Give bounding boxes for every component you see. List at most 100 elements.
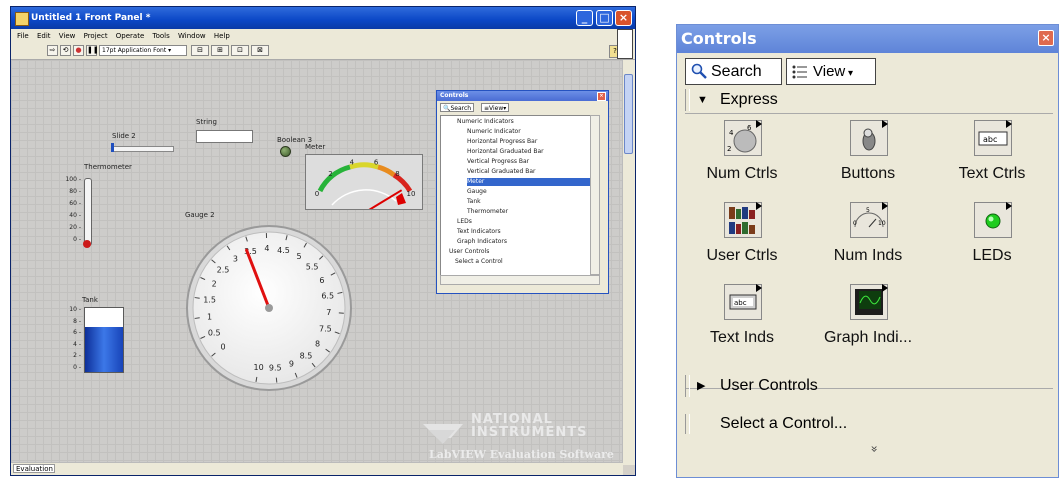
numeric-knob-icon: 4 6 2: [724, 120, 762, 156]
pause-icon[interactable]: ❚❚: [86, 45, 99, 56]
front-panel-vscroll[interactable]: [622, 60, 635, 465]
controls-palette-title-bar[interactable]: Controls: [677, 25, 1058, 53]
palette-item[interactable]: 0 5 10 Num Inds: [808, 198, 928, 278]
minimize-button[interactable]: _: [576, 10, 593, 26]
font-select[interactable]: 17pt Application Font ▾: [99, 45, 187, 56]
mini-tree-item[interactable]: Text Indicators: [457, 228, 591, 236]
mini-view-button[interactable]: ≡View▾: [481, 103, 510, 112]
gauge-tick-label: 2.5: [217, 265, 230, 274]
mini-palette-vscroll[interactable]: [590, 115, 600, 275]
gauge-dial[interactable]: 00.511.522.533.5 4 4.555.566.577.588.599.5…: [179, 218, 359, 398]
gauge-tick-label: 7.5: [319, 325, 332, 334]
mini-tree-item[interactable]: User Controls: [449, 248, 591, 256]
maximize-button[interactable]: □: [596, 10, 613, 26]
front-panel-hscroll[interactable]: Evaluation: [11, 462, 623, 475]
close-button[interactable]: ×: [615, 10, 632, 26]
mini-palette-close-icon[interactable]: ×: [597, 92, 606, 101]
menu-view[interactable]: View: [59, 32, 76, 40]
palette-item[interactable]: abc Text Ctrls: [932, 116, 1052, 196]
string-indicator[interactable]: [196, 130, 253, 143]
slide-track[interactable]: [112, 146, 174, 152]
vscroll-thumb[interactable]: [624, 74, 633, 154]
mini-tree-item[interactable]: Numeric Indicator: [467, 128, 591, 136]
vi-icon: [617, 29, 633, 59]
mini-tree-item[interactable]: Thermometer: [467, 208, 591, 216]
svg-text:4: 4: [729, 129, 734, 137]
close-icon[interactable]: ×: [1038, 30, 1054, 46]
resize-icon[interactable]: ⊡: [231, 45, 249, 56]
menu-file[interactable]: File: [17, 32, 29, 40]
reorder-icon[interactable]: ⊠: [251, 45, 269, 56]
front-panel-canvas[interactable]: Slide 2 String Boolean 3 Meter 0 2 4 6 8 10 T…: [11, 60, 623, 465]
svg-text:0: 0: [853, 220, 857, 227]
abort-icon[interactable]: ●: [73, 45, 84, 56]
tank-indicator[interactable]: [84, 307, 124, 373]
mini-tree-item[interactable]: Meter: [467, 178, 591, 186]
meter-indicator[interactable]: 0 2 4 6 8 10: [305, 154, 423, 214]
palette-item[interactable]: Graph Indi...: [808, 280, 928, 360]
front-panel-title-bar[interactable]: Untitled 1 Front Panel * _ □ ×: [11, 7, 635, 29]
distribute-icon[interactable]: ⊞: [211, 45, 229, 56]
search-button[interactable]: Search: [685, 58, 782, 85]
palette-item[interactable]: User Ctrls: [682, 198, 802, 278]
run-arrow-icon[interactable]: ⇨: [47, 45, 58, 56]
tank-fill: [85, 327, 123, 372]
meter-label: Meter: [305, 143, 326, 151]
menu-window[interactable]: Window: [178, 32, 206, 40]
mini-tree-item[interactable]: Select a Control: [455, 258, 591, 266]
mini-tree-item[interactable]: Numeric Indicators: [457, 118, 591, 126]
gauge-tick-label: 7: [326, 308, 331, 317]
green-led-icon: [974, 202, 1012, 238]
mini-tree-item[interactable]: Vertical Graduated Bar: [467, 168, 591, 176]
mini-tree-item[interactable]: Horizontal Graduated Bar: [467, 148, 591, 156]
mini-tree-item[interactable]: Tank: [467, 198, 591, 206]
boolean-led[interactable]: [280, 146, 291, 157]
menu-tools[interactable]: Tools: [153, 32, 170, 40]
mini-palette-hscroll[interactable]: [440, 275, 600, 285]
gauge-tick-label: 2: [212, 280, 217, 289]
toggle-switch-icon: [850, 120, 888, 156]
controls-palette-title: Controls: [681, 29, 757, 48]
mini-search-button[interactable]: 🔍Search: [440, 103, 475, 112]
tank-tick-label: 4 -: [73, 340, 81, 348]
meter-tick-label: 6: [374, 158, 379, 166]
tank-tick-label: 10 -: [69, 306, 81, 313]
evaluation-tab[interactable]: Evaluation: [13, 464, 55, 473]
run-continuously-icon[interactable]: ⟲: [60, 45, 71, 56]
meter-tick-label: 0: [315, 190, 319, 198]
menu-edit[interactable]: Edit: [37, 32, 51, 40]
tank-label: Tank: [82, 296, 98, 304]
evaluation-watermark: LabVIEW Evaluation Software: [429, 448, 614, 461]
meter-tick-label: 2: [328, 170, 332, 178]
more-chevron-icon[interactable]: »: [868, 445, 882, 452]
mini-tree-item[interactable]: Vertical Progress Bar: [467, 158, 591, 166]
gauge-tick-label: 9.5: [269, 364, 282, 373]
svg-text:abc: abc: [983, 135, 997, 144]
express-palette-grid: 4 6 2 Num Ctrls Buttons abc Text Ctrls User Ctr…: [685, 113, 1053, 389]
palette-item[interactable]: abc Text Inds: [682, 280, 802, 360]
palette-item[interactable]: Buttons: [808, 116, 928, 196]
select-a-control[interactable]: Select a Control... »: [685, 410, 1053, 474]
menu-bar: File Edit View Project Operate Tools Win…: [11, 29, 635, 43]
mini-tree-item[interactable]: Horizontal Progress Bar: [467, 138, 591, 146]
tank-tick-label: 0 -: [73, 364, 81, 371]
mini-tree-item[interactable]: LEDs: [457, 218, 591, 226]
gauge-tick-label: 0.5: [208, 328, 221, 337]
thermometer-tick-label: 20 -: [69, 224, 81, 231]
mini-palette-tree[interactable]: Numeric Indicators Numeric Indicator Horiz…: [440, 115, 592, 277]
view-button[interactable]: View ▾: [786, 58, 876, 85]
thermometer-tube[interactable]: [84, 178, 92, 246]
mini-tree-item[interactable]: Gauge: [467, 188, 591, 196]
menu-operate[interactable]: Operate: [116, 32, 144, 40]
palette-item[interactable]: 4 6 2 Num Ctrls: [682, 116, 802, 196]
gauge-tick-label: 4: [264, 244, 269, 253]
align-icon[interactable]: ⊟: [191, 45, 209, 56]
slide-thumb[interactable]: [111, 143, 114, 152]
user-controls-icon: [724, 202, 762, 238]
mini-tree-item[interactable]: Graph Indicators: [457, 238, 591, 246]
gauge-tick-label: 6.5: [321, 292, 334, 301]
menu-help[interactable]: Help: [214, 32, 230, 40]
menu-project[interactable]: Project: [84, 32, 108, 40]
mini-palette-title-bar[interactable]: Controls ×: [437, 91, 608, 101]
palette-item[interactable]: LEDs: [932, 198, 1052, 278]
